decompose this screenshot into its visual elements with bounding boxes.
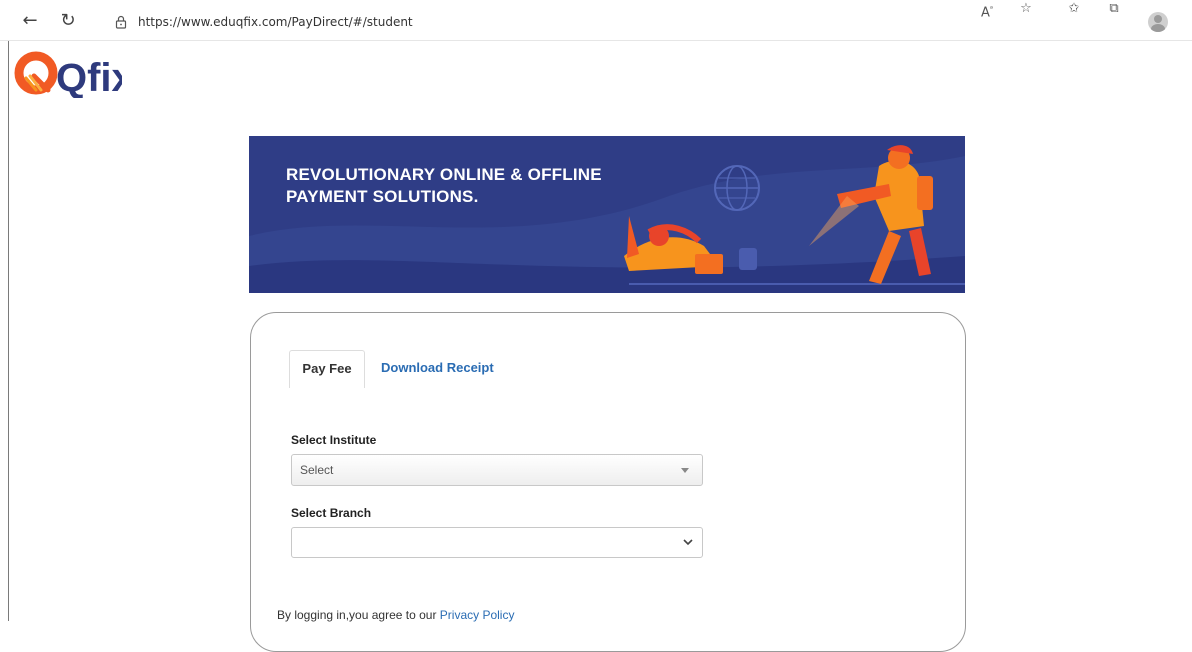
institute-select[interactable]: Select <box>291 454 703 486</box>
branch-select[interactable] <box>291 527 703 558</box>
toolbar-divider <box>0 40 1192 41</box>
profile-icon[interactable] <box>1148 12 1168 32</box>
promo-banner: REVOLUTIONARY ONLINE & OFFLINE PAYMENT S… <box>249 136 965 293</box>
tab-pay-fee[interactable]: Pay Fee <box>289 350 365 388</box>
back-icon[interactable]: ← <box>20 11 40 31</box>
institute-label: Select Institute <box>291 433 377 447</box>
qfix-logo[interactable]: Qfix <box>12 46 122 98</box>
logo-text: Qfix <box>56 56 122 98</box>
branch-label: Select Branch <box>291 506 372 520</box>
banner-line-1: REVOLUTIONARY ONLINE & OFFLINE <box>286 165 602 184</box>
url-text[interactable]: https://www.eduqfix.com/PayDirect/#/stud… <box>138 13 413 31</box>
collections-icon[interactable]: ⧉ <box>1104 0 1124 18</box>
banner-line-2: PAYMENT SOLUTIONS. <box>286 187 479 206</box>
tab-download-receipt[interactable]: Download Receipt <box>381 350 494 388</box>
chevron-down-icon <box>683 539 693 546</box>
institute-select-value: Select <box>300 463 334 477</box>
privacy-policy-link[interactable]: Privacy Policy <box>440 608 515 622</box>
page-border <box>8 41 9 621</box>
banner-illustration <box>249 145 965 293</box>
browser-toolbar: ← ↻ https://www.eduqfix.com/PayDirect/#/… <box>0 0 1192 40</box>
lock-icon <box>115 15 127 29</box>
privacy-notice: By logging in,you agree to our Privacy P… <box>277 608 514 622</box>
refresh-icon[interactable]: ↻ <box>58 11 78 31</box>
favorites-icon[interactable]: ✩ <box>1064 0 1084 18</box>
caret-down-icon <box>681 468 689 473</box>
read-aloud-icon[interactable]: Aᵃ <box>977 0 997 20</box>
privacy-notice-text: By logging in,you agree to our <box>277 608 440 622</box>
banner-headline: REVOLUTIONARY ONLINE & OFFLINE PAYMENT S… <box>286 164 602 208</box>
add-favorite-icon[interactable]: ☆ <box>1016 0 1036 18</box>
